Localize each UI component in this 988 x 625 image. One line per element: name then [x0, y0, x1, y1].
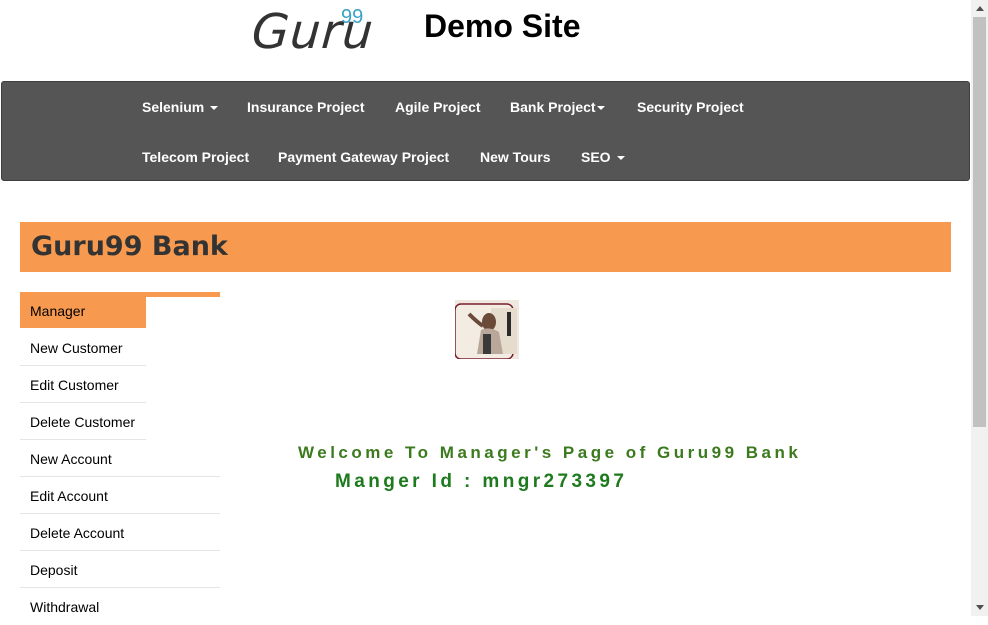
nav-new-tours[interactable]: New Tours — [480, 149, 551, 165]
sidebar-item-delete-account[interactable]: Delete Account — [20, 514, 220, 551]
sidebar-item-label: New Customer — [30, 340, 123, 356]
nav-label: New Tours — [480, 149, 551, 165]
nav-agile-project[interactable]: Agile Project — [395, 99, 481, 115]
nav-label: Security Project — [637, 99, 744, 115]
nav-label: Bank Project — [510, 99, 596, 115]
sidebar-item-edit-customer[interactable]: Edit Customer — [20, 366, 220, 403]
scroll-up-arrow-icon[interactable] — [971, 0, 988, 17]
site-title: Demo Site — [424, 8, 581, 44]
sidebar-item-label: Withdrawal — [30, 599, 100, 615]
nav-label: SEO — [581, 149, 611, 165]
logo-superscript: 99 — [341, 6, 364, 28]
sidebar-item-label: Delete Customer — [30, 414, 136, 430]
caret-down-icon — [596, 106, 605, 111]
nav-label: Telecom Project — [142, 149, 250, 165]
bank-title: Guru99 Bank — [31, 231, 228, 262]
sidebar-item-new-account[interactable]: New Account — [20, 440, 220, 477]
caret-down-icon — [210, 106, 219, 111]
nav-security-project[interactable]: Security Project — [637, 99, 744, 115]
bank-header-bar: Guru99 Bank — [20, 222, 951, 272]
nav-label: Payment Gateway Project — [278, 149, 450, 165]
sidebar-item-deposit[interactable]: Deposit — [20, 551, 220, 588]
sidebar-item-delete-customer[interactable]: Delete Customer — [20, 403, 220, 440]
sidebar-item-withdrawal[interactable]: Withdrawal — [20, 588, 220, 625]
sidebar-item-new-customer[interactable]: New Customer — [20, 329, 220, 366]
nav-payment-gateway-project[interactable]: Payment Gateway Project — [278, 149, 449, 165]
nav-insurance-project[interactable]: Insurance Project — [247, 99, 365, 115]
nav-label: Insurance Project — [247, 99, 365, 115]
nav-bank-project[interactable]: Bank Project — [510, 99, 605, 115]
scroll-down-arrow-icon[interactable] — [971, 599, 988, 616]
sidebar-item-label: Manager — [30, 303, 86, 319]
sidebar-item-label: Deposit — [30, 562, 78, 578]
sidebar-item-label: Edit Account — [30, 488, 108, 504]
sidebar-item-label: New Account — [30, 451, 112, 467]
nav-selenium[interactable]: Selenium — [142, 99, 219, 115]
sidebar-item-edit-account[interactable]: Edit Account — [20, 477, 220, 514]
sidebar-item-manager[interactable]: Manager — [20, 292, 220, 329]
sidebar-item-label: Edit Customer — [30, 377, 119, 393]
top-navbar: Selenium Insurance Project Agile Project… — [1, 81, 970, 181]
caret-down-icon — [616, 156, 625, 161]
scrollbar-thumb[interactable] — [973, 17, 986, 427]
nav-seo[interactable]: SEO — [581, 149, 625, 165]
avatar-photo-icon — [454, 300, 519, 360]
sidebar-menu: Manager New Customer Edit Customer Delet… — [20, 292, 220, 625]
guru99-logo[interactable]: Guru 99 — [250, 4, 376, 60]
vertical-scrollbar[interactable] — [971, 0, 988, 616]
welcome-message: Welcome To Manager's Page of Guru99 Bank — [298, 443, 802, 462]
manager-avatar-image — [454, 300, 519, 360]
nav-label: Selenium — [142, 99, 205, 115]
nav-label: Agile Project — [395, 99, 481, 115]
sidebar-item-label: Delete Account — [30, 525, 125, 541]
nav-telecom-project[interactable]: Telecom Project — [142, 149, 249, 165]
manager-id-text: Manger Id : mngr273397 — [335, 471, 628, 492]
